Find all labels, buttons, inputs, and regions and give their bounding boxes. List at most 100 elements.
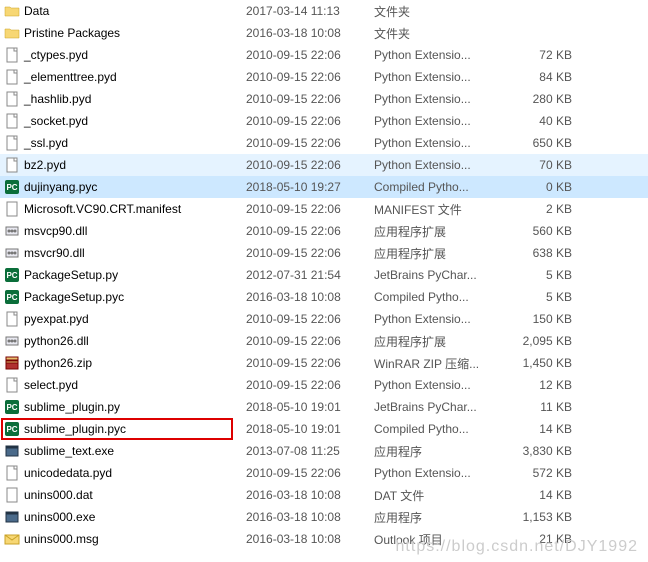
file-date: 2018-05-10 19:01 <box>246 422 374 436</box>
file-name: unins000.exe <box>24 510 95 524</box>
file-size: 3,830 KB <box>504 444 582 458</box>
file-name: bz2.pyd <box>24 158 66 172</box>
file-row[interactable]: PCsublime_plugin.py2018-05-10 19:01JetBr… <box>0 396 648 418</box>
file-size: 650 KB <box>504 136 582 150</box>
file-type: 文件夹 <box>374 25 504 42</box>
file-date: 2016-03-18 10:08 <box>246 26 374 40</box>
file-row[interactable]: sublime_text.exe2013-07-08 11:25应用程序3,83… <box>0 440 648 462</box>
file-row[interactable]: bz2.pyd2010-09-15 22:06Python Extensio..… <box>0 154 648 176</box>
file-row[interactable]: _elementtree.pyd2010-09-15 22:06Python E… <box>0 66 648 88</box>
file-name: unins000.dat <box>24 488 93 502</box>
file-row[interactable]: PCPackageSetup.py2012-07-31 21:54JetBrai… <box>0 264 648 286</box>
file-type: 文件夹 <box>374 3 504 20</box>
file-name: select.pyd <box>24 378 78 392</box>
file-type: Python Extensio... <box>374 70 504 84</box>
file-date: 2016-03-18 10:08 <box>246 290 374 304</box>
pyd-icon <box>4 377 20 393</box>
file-size: 84 KB <box>504 70 582 84</box>
py-icon: PC <box>4 399 20 415</box>
file-type: Python Extensio... <box>374 466 504 480</box>
file-size: 1,153 KB <box>504 510 582 524</box>
zip-icon <box>4 355 20 371</box>
file-row[interactable]: unins000.dat2016-03-18 10:08DAT 文件14 KB <box>0 484 648 506</box>
file-row[interactable]: _socket.pyd 2010-09-15 22:06Python Extens… <box>0 110 648 132</box>
file-row[interactable]: python26.zip2010-09-15 22:06WinRAR ZIP 压… <box>0 352 648 374</box>
file-name: Pristine Packages <box>24 26 120 40</box>
file-type: JetBrains PyChar... <box>374 268 504 282</box>
file-size: 638 KB <box>504 246 582 260</box>
file-name: _elementtree.pyd <box>24 70 117 84</box>
file-date: 2010-09-15 22:06 <box>246 356 374 370</box>
file-name: msvcr90.dll <box>24 246 85 260</box>
file-type: Python Extensio... <box>374 92 504 106</box>
file-date: 2010-09-15 22:06 <box>246 378 374 392</box>
file-row[interactable]: msvcr90.dll2010-09-15 22:06应用程序扩展638 KB <box>0 242 648 264</box>
file-row[interactable]: _hashlib.pyd2010-09-15 22:06Python Exten… <box>0 88 648 110</box>
file-type: Python Extensio... <box>374 312 504 326</box>
file-date: 2016-03-18 10:08 <box>246 510 374 524</box>
file-type: 应用程序 <box>374 509 504 526</box>
file-type: Compiled Pytho... <box>374 180 504 194</box>
file-row[interactable]: python26.dll2010-09-15 22:06应用程序扩展2,095 … <box>0 330 648 352</box>
file-type: MANIFEST 文件 <box>374 201 504 218</box>
file-name: _ctypes.pyd <box>24 48 88 62</box>
pyc-icon: PC <box>4 289 20 305</box>
file-type: 应用程序扩展 <box>374 223 504 240</box>
file-name: python26.zip <box>24 356 92 370</box>
file-size: 12 KB <box>504 378 582 392</box>
file-date: 2010-09-15 22:06 <box>246 312 374 326</box>
file-name: Data <box>24 4 49 18</box>
svg-text:PC: PC <box>6 271 17 280</box>
file-list[interactable]: Data2017-03-14 11:13文件夹Pristine Packages… <box>0 0 648 550</box>
file-type: Compiled Pytho... <box>374 422 504 436</box>
file-name: _socket.pyd <box>24 114 88 128</box>
file-size: 70 KB <box>504 158 582 172</box>
svg-text:PC: PC <box>6 425 17 434</box>
file-size: 11 KB <box>504 400 582 414</box>
file-date: 2010-09-15 22:06 <box>246 334 374 348</box>
file-row[interactable]: Data2017-03-14 11:13文件夹 <box>0 0 648 22</box>
file-type: JetBrains PyChar... <box>374 400 504 414</box>
file-row[interactable]: PCPackageSetup.pyc2016-03-18 10:08Compil… <box>0 286 648 308</box>
file-date: 2016-03-18 10:08 <box>246 532 374 546</box>
file-size: 14 KB <box>504 422 582 436</box>
msg-icon <box>4 531 20 547</box>
exe-icon <box>4 443 20 459</box>
file-date: 2010-09-15 22:06 <box>246 114 374 128</box>
file-row[interactable]: _ctypes.pyd2010-09-15 22:06Python Extens… <box>0 44 648 66</box>
file-type: Compiled Pytho... <box>374 290 504 304</box>
file-size: 40 KB <box>504 114 582 128</box>
file-row[interactable]: unins000.exe 2016-03-18 10:08应用程序1,153 KB <box>0 506 648 528</box>
file-row[interactable]: _ssl.pyd2010-09-15 22:06Python Extensio.… <box>0 132 648 154</box>
file-date: 2013-07-08 11:25 <box>246 444 374 458</box>
file-size: 2 KB <box>504 202 582 216</box>
file-type: Python Extensio... <box>374 114 504 128</box>
file-row[interactable]: Pristine Packages 2016-03-18 10:08文件夹 <box>0 22 648 44</box>
file-row[interactable]: pyexpat.pyd 2010-09-15 22:06Python Extens… <box>0 308 648 330</box>
pyd-icon <box>4 47 20 63</box>
pyd-icon <box>4 157 20 173</box>
file-name: Microsoft.VC90.CRT.manifest <box>24 202 181 216</box>
file-size: 5 KB <box>504 268 582 282</box>
file-name: pyexpat.pyd <box>24 312 89 326</box>
file-name: python26.dll <box>24 334 89 348</box>
pyd-icon <box>4 465 20 481</box>
file-date: 2010-09-15 22:06 <box>246 136 374 150</box>
pyd-icon <box>4 113 20 129</box>
file-row[interactable]: PCdujinyang.pyc2018-05-10 19:27Compiled … <box>0 176 648 198</box>
file-row[interactable]: unicodedata.pyd2010-09-15 22:06Python Ex… <box>0 462 648 484</box>
file-size: 560 KB <box>504 224 582 238</box>
file-row[interactable]: msvcp90.dll2010-09-15 22:06应用程序扩展560 KB <box>0 220 648 242</box>
file-row[interactable]: Microsoft.VC90.CRT.manifest2010-09-15 22… <box>0 198 648 220</box>
file-size: 5 KB <box>504 290 582 304</box>
dll-icon <box>4 333 20 349</box>
pyc-icon: PC <box>4 421 20 437</box>
py-icon: PC <box>4 267 20 283</box>
file-name: _hashlib.pyd <box>24 92 91 106</box>
svg-text:PC: PC <box>6 183 17 192</box>
file-size: 572 KB <box>504 466 582 480</box>
file-name: sublime_text.exe <box>24 444 114 458</box>
file-type: DAT 文件 <box>374 487 504 504</box>
file-row[interactable]: PCsublime_plugin.pyc2018-05-10 19:01Comp… <box>0 418 648 440</box>
file-row[interactable]: select.pyd2010-09-15 22:06Python Extensi… <box>0 374 648 396</box>
